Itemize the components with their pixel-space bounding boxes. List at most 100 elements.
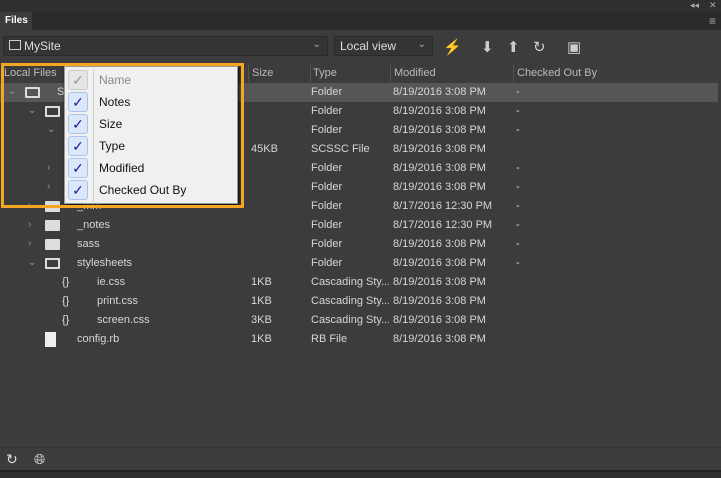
checkbox[interactable]: ✓ [68,158,88,178]
file-name: _notes [77,219,111,231]
collapse-icon[interactable]: ◂◂ [690,0,699,11]
folder-open-icon [25,87,40,98]
file-checked-out: - [516,181,520,193]
file-type: Cascading Sty... [311,295,389,307]
file-size: 3KB [251,314,272,326]
menu-item-label: Name [99,73,132,87]
menu-item-label: Notes [99,95,131,109]
site-name: MySite [24,39,61,53]
file-modified: 8/19/2016 3:08 PM [393,276,486,288]
file-checked-out: - [516,200,520,212]
checkbox[interactable]: ✓ [68,136,88,156]
checkbox[interactable]: ✓ [68,180,88,200]
file-checked-out: - [516,162,520,174]
file-modified: 8/19/2016 3:08 PM [393,238,486,250]
css-file-icon: {} [62,276,70,288]
resize-handle[interactable] [0,470,721,478]
menu-item-modified[interactable]: ✓ Modified [65,157,237,179]
close-icon[interactable]: ✕ [709,0,717,11]
file-modified: 8/19/2016 3:08 PM [393,314,486,326]
folder-icon [9,40,21,50]
file-modified: 8/19/2016 3:08 PM [393,295,486,307]
col-size[interactable]: Size [252,67,273,79]
chevron-right-icon[interactable]: › [28,238,31,249]
chevron-right-icon[interactable]: › [47,181,50,192]
table-row[interactable]: ⌄ stylesheets Folder 8/19/2016 3:08 PM - [0,254,718,273]
file-type: Folder [311,257,343,269]
file-size: 1KB [251,295,272,307]
folder-icon [45,239,60,250]
get-icon[interactable]: ⬇ [481,38,494,56]
chevron-down-icon[interactable]: ⌄ [47,124,55,135]
tab-bar: Files ≡ [0,12,721,30]
col-local-files[interactable]: Local Files [4,67,57,79]
file-name: ie.css [97,276,126,288]
folder-open-icon [45,258,60,269]
menu-item-type[interactable]: ✓ Type [65,135,237,157]
file-modified: 8/19/2016 3:08 PM [393,124,486,136]
put-icon[interactable]: ⬆ [507,38,520,56]
globe-check-icon[interactable]: 🌐︎ [34,451,45,468]
view-select[interactable]: Local view ⌄ [334,36,433,56]
menu-item-label: Type [99,139,126,153]
table-row[interactable]: › _notes Folder 8/17/2016 12:30 PM - [0,216,718,235]
checkbox[interactable]: ✓ [68,92,88,112]
chevron-down-icon[interactable]: ⌄ [28,105,36,116]
file-checked-out: - [516,238,520,250]
file-modified: 8/19/2016 3:08 PM [393,86,486,98]
file-name: screen.css [97,314,150,326]
refresh-icon[interactable]: ↻ [6,451,18,468]
table-row[interactable]: › sass Folder 8/19/2016 3:08 PM - [0,235,718,254]
file-size: 1KB [251,276,272,288]
col-type[interactable]: Type [313,67,337,79]
panel-menu-icon[interactable]: ≡ [709,14,716,28]
table-row[interactable]: {} ie.css 1KB Cascading Sty... 8/19/2016 3:0… [0,273,718,292]
table-row[interactable]: {} screen.css 3KB Cascading Sty... 8/19/2016… [0,311,718,330]
file-name: config.rb [77,333,120,345]
chevron-right-icon[interactable]: › [47,162,50,173]
folder-open-icon [45,106,60,117]
refresh-icon[interactable]: ↻ [533,38,546,56]
css-file-icon: {} [62,314,70,326]
folder-icon [45,220,60,231]
file-type: SCSSC File [311,143,370,155]
checkbox[interactable]: ✓ [68,70,88,90]
table-row[interactable]: config.rb 1KB RB File 8/19/2016 3:08 PM [0,330,718,349]
file-modified: 8/19/2016 3:08 PM [393,333,486,345]
file-type: Folder [311,238,343,250]
chevron-down-icon[interactable]: ⌄ [8,86,16,97]
menu-item-label: Modified [99,161,145,175]
chevron-down-icon[interactable]: ⌄ [28,257,36,268]
file-modified: 8/19/2016 3:08 PM [393,257,486,269]
table-row[interactable]: {} print.css 1KB Cascading Sty... 8/19/2016 … [0,292,718,311]
file-size: 1KB [251,333,272,345]
file-type: Folder [311,219,343,231]
menu-item-notes[interactable]: ✓ Notes [65,91,237,113]
site-select[interactable]: MySite ⌄ [3,36,328,56]
folder-icon [45,201,60,212]
col-checked-out-by[interactable]: Checked Out By [517,67,597,79]
file-modified: 8/19/2016 3:08 PM [393,162,486,174]
file-checked-out: - [516,257,520,269]
file-modified: 8/19/2016 3:08 PM [393,181,486,193]
menu-item-checked-out-by[interactable]: ✓ Checked Out By [65,179,237,201]
file-size: 45KB [251,143,278,155]
file-name: print.css [97,295,138,307]
menu-item-size[interactable]: ✓ Size [65,113,237,135]
menu-item-name: ✓ Name [65,69,237,91]
file-name: sass [77,238,100,250]
file-type: Folder [311,86,343,98]
chevron-right-icon[interactable]: › [28,219,31,230]
connect-icon[interactable]: ⚡ [443,38,462,56]
expand-icon[interactable]: ▣ [567,38,581,56]
checkbox[interactable]: ✓ [68,114,88,134]
view-name: Local view [340,39,397,53]
file-modified: 8/19/2016 3:08 PM [393,105,486,117]
tab-files[interactable]: Files [0,12,32,30]
col-modified[interactable]: Modified [394,67,436,79]
chevron-right-icon[interactable]: › [28,200,31,211]
file-modified: 8/17/2016 12:30 PM [393,200,493,212]
column-menu: ✓ Name ✓ Notes ✓ Size ✓ Type ✓ Modified ✓ Checked O… [64,66,238,204]
file-checked-out: - [516,105,520,117]
status-bar: ↻ 🌐︎ [0,447,721,469]
